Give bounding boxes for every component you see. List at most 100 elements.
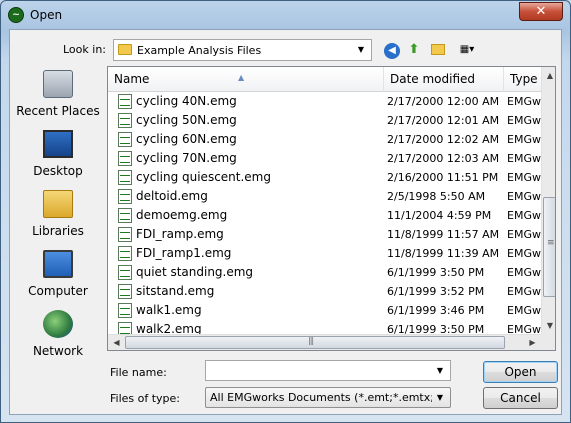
file-name-input[interactable] [206,361,426,380]
folder-icon [118,44,132,55]
file-name: cycling 50N.emg [136,113,237,127]
place-label: Libraries [32,224,84,238]
file-date: 6/1/1999 3:46 PM [387,304,485,317]
file-name: cycling 40N.emg [136,94,237,108]
file-type: EMGw [507,209,541,222]
look-in-combo[interactable]: Example Analysis Files ▼ [113,39,372,61]
views-icon: ▦▾ [459,44,475,55]
horizontal-scrollbar[interactable]: ◀ ▶ [108,334,541,350]
emg-file-icon [118,151,132,166]
file-row[interactable]: deltoid.emg 2/5/1998 5:50 AM EMGw [108,187,541,206]
file-date: 6/1/1999 3:50 PM [387,266,485,279]
desktop-icon [43,130,73,158]
file-type: EMGw [507,133,541,146]
computer-icon [43,250,73,278]
file-row[interactable]: cycling quiescent.emg 2/16/2000 11:51 PM… [108,168,541,187]
file-name: cycling quiescent.emg [136,170,271,184]
file-row[interactable]: sitstand.emg 6/1/1999 3:52 PM EMGw [108,282,541,301]
network-icon [43,310,73,338]
file-row[interactable]: cycling 40N.emg 2/17/2000 12:00 AM EMGw [108,92,541,111]
file-name: walk1.emg [136,303,202,317]
file-name: sitstand.emg [136,284,215,298]
file-row[interactable]: cycling 70N.emg 2/17/2000 12:03 AM EMGw [108,149,541,168]
places-bar: Recent Places Desktop Libraries Computer… [14,66,102,366]
file-row[interactable]: demoemg.emg 11/1/2004 4:59 PM EMGw [108,206,541,225]
look-in-value: Example Analysis Files [137,44,262,57]
file-row[interactable]: cycling 60N.emg 2/17/2000 12:02 AM EMGw [108,130,541,149]
scroll-up-icon[interactable]: ▲ [542,67,555,84]
file-name-combo[interactable]: ▼ [205,360,451,381]
file-name: FDI_ramp.emg [136,227,224,241]
file-type: EMGw [507,190,541,203]
libraries-icon [43,190,73,218]
column-header-name[interactable]: ▲ Name [108,67,384,92]
file-type: EMGw [507,228,541,241]
open-button[interactable]: Open [483,361,558,383]
scroll-down-icon[interactable]: ▼ [542,317,555,334]
file-date: 11/1/2004 4:59 PM [387,209,492,222]
file-type: EMGw [507,247,541,260]
place-label: Desktop [33,164,83,178]
emg-file-icon [118,189,132,204]
place-computer[interactable]: Computer [14,246,102,306]
file-name: quiet standing.emg [136,265,254,279]
files-of-type-select[interactable]: All EMGworks Documents (*.emt;*.emtx;*.e… [205,387,451,408]
file-date: 11/8/1999 11:39 AM [387,247,500,260]
place-libraries[interactable]: Libraries [14,186,102,246]
emg-app-icon: ~ [8,7,24,23]
vertical-scrollbar[interactable]: ▲ ▼ [541,67,555,334]
file-date: 6/1/1999 3:50 PM [387,323,485,334]
emg-file-icon [118,132,132,147]
file-name: cycling 70N.emg [136,151,237,165]
file-date: 2/17/2000 12:01 AM [387,114,500,127]
cancel-button[interactable]: Cancel [483,387,558,409]
file-row[interactable]: walk1.emg 6/1/1999 3:46 PM EMGw [108,301,541,320]
chevron-down-icon[interactable]: ▼ [354,43,368,57]
vertical-scroll-thumb[interactable] [543,197,555,297]
place-recent-places[interactable]: Recent Places [14,66,102,126]
file-list[interactable]: ▲ Name Date modified Type cycling 40N.em… [107,66,556,351]
emg-file-icon [118,170,132,185]
file-list-header: ▲ Name Date modified Type [108,67,541,92]
file-name: cycling 60N.emg [136,132,237,146]
emg-file-icon [118,94,132,109]
scroll-right-icon[interactable]: ▶ [524,335,541,350]
new-folder-button[interactable] [428,40,448,60]
close-button[interactable]: ✕ [519,2,563,21]
file-date: 11/8/1999 11:57 AM [387,228,500,241]
chevron-down-icon[interactable]: ▼ [433,391,447,405]
file-name: demoemg.emg [136,208,228,222]
file-row[interactable]: quiet standing.emg 6/1/1999 3:50 PM EMGw [108,263,541,282]
file-row[interactable]: cycling 50N.emg 2/17/2000 12:01 AM EMGw [108,111,541,130]
emg-file-icon [118,208,132,223]
emg-file-icon [118,284,132,299]
file-type: EMGw [507,171,541,184]
column-header-date-modified[interactable]: Date modified [384,67,504,92]
horizontal-scroll-thumb[interactable] [125,336,505,349]
views-menu-button[interactable]: ▦▾ [454,40,480,60]
scroll-left-icon[interactable]: ◀ [108,335,125,350]
file-row[interactable]: FDI_ramp.emg 11/8/1999 11:57 AM EMGw [108,225,541,244]
file-row[interactable]: walk2.emg 6/1/1999 3:50 PM EMGw [108,320,541,334]
place-label: Recent Places [16,104,100,118]
file-date: 2/16/2000 11:51 PM [387,171,499,184]
files-of-type-value: All EMGworks Documents (*.emt;*.emtx;*.e… [210,391,432,404]
file-date: 2/5/1998 5:50 AM [387,190,486,203]
place-label: Computer [28,284,88,298]
chevron-down-icon[interactable]: ▼ [433,364,447,378]
place-network[interactable]: Network [14,306,102,366]
emg-file-icon [118,227,132,242]
place-desktop[interactable]: Desktop [14,126,102,186]
emg-file-icon [118,303,132,318]
file-type: EMGw [507,285,541,298]
file-rows: cycling 40N.emg 2/17/2000 12:00 AM EMGw … [108,92,541,334]
emg-file-icon [118,265,132,280]
file-row[interactable]: FDI_ramp1.emg 11/8/1999 11:39 AM EMGw [108,244,541,263]
file-name: deltoid.emg [136,189,208,203]
up-one-level-button[interactable]: ⬆ [404,40,424,60]
sort-ascending-icon: ▲ [238,73,245,82]
emg-file-icon [118,246,132,261]
file-date: 2/17/2000 12:03 AM [387,152,500,165]
title-bar[interactable]: ~ Open ✕ [1,1,570,29]
back-button[interactable]: ◀ [382,40,402,60]
